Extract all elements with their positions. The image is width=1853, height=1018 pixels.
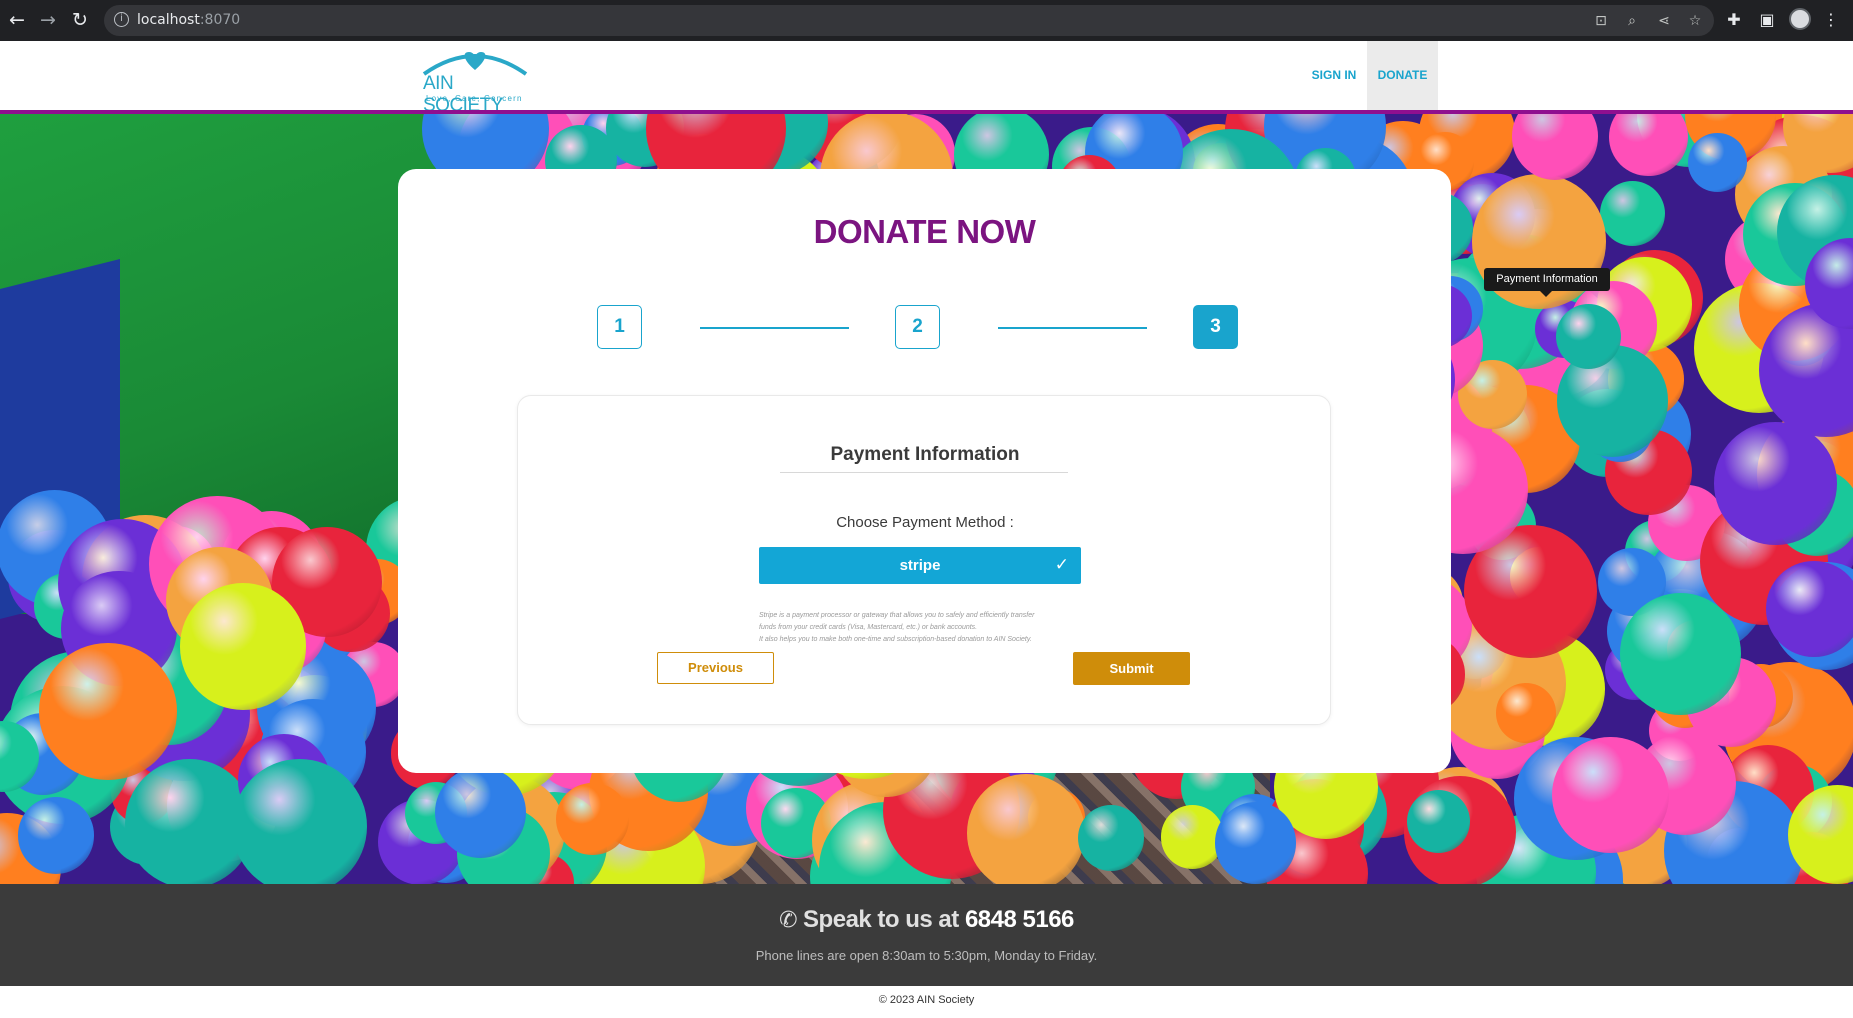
ball (1766, 561, 1853, 657)
zoom-icon[interactable]: ⌕ (1622, 11, 1642, 31)
step-1[interactable]: 1 (597, 305, 642, 349)
stripe-payment-option[interactable]: stripe ✓ (759, 547, 1081, 584)
reload-icon[interactable]: ↻ (69, 8, 91, 32)
section-divider (780, 472, 1068, 473)
nav-donate[interactable]: DONATE (1367, 41, 1438, 110)
submit-button[interactable]: Submit (1073, 652, 1190, 685)
contact-heading: ✆ Speak to us at 6848 5166 (779, 906, 1074, 933)
ball (966, 773, 1085, 884)
ball (1608, 114, 1688, 177)
ball (1599, 180, 1665, 247)
step-connector (700, 327, 849, 329)
phone-hours: Phone lines are open 8:30am to 5:30pm, M… (755, 948, 1098, 963)
menu-kebab-icon[interactable]: ⋮ (1820, 8, 1842, 32)
browser-toolbar: ← → ↻ i localhost:8070 ⊡ ⌕ ⋖ ☆ ✚ ▣ ⋮ (0, 0, 1853, 41)
stripe-option-label: stripe (899, 557, 941, 574)
ball (1511, 114, 1599, 180)
payment-panel: Payment Information Choose Payment Metho… (517, 395, 1331, 725)
phone-icon: ✆ (779, 908, 798, 933)
profile-avatar[interactable] (1789, 8, 1811, 30)
ball (1214, 802, 1297, 884)
extensions-icon[interactable]: ✚ (1723, 8, 1745, 32)
page-title: DONATE NOW (813, 213, 1036, 250)
step-3[interactable]: 3 (1193, 305, 1238, 349)
ain-society-logo[interactable]: AIN SOCIETY Love, Care, Concern (418, 48, 532, 116)
tooltip-arrow (1540, 291, 1552, 297)
forward-icon[interactable]: → (37, 8, 59, 32)
step-2[interactable]: 2 (895, 305, 940, 349)
section-title: Payment Information (830, 444, 1020, 465)
translate-icon[interactable]: ⊡ (1591, 11, 1611, 31)
stripe-description: Stripe is a payment processor or gateway… (759, 612, 1035, 643)
ball (232, 759, 368, 884)
step-connector (998, 327, 1147, 329)
ball (179, 583, 307, 710)
side-panel-icon[interactable]: ▣ (1756, 8, 1778, 32)
address-bar[interactable]: i localhost:8070 ⊡ ⌕ ⋖ ☆ (104, 5, 1714, 36)
ball (1713, 422, 1837, 545)
nav-sign-in[interactable]: SIGN IN (1300, 41, 1368, 110)
previous-button[interactable]: Previous (657, 652, 774, 684)
ball (434, 767, 526, 858)
phone-number[interactable]: 6848 5166 (965, 906, 1074, 933)
ball (1555, 304, 1621, 370)
logo-tagline: Love, Care, Concern (426, 94, 523, 103)
back-icon[interactable]: ← (6, 8, 28, 32)
step-tooltip: Payment Information (1484, 268, 1610, 291)
donate-card: DONATE NOW 1 2 3 Payment Information Cho… (398, 169, 1451, 773)
ball (1688, 133, 1747, 192)
address-url[interactable]: localhost:8070 (137, 12, 240, 28)
check-icon: ✓ (1054, 555, 1069, 575)
ball (1552, 736, 1669, 853)
ball (1496, 683, 1556, 743)
ball (38, 642, 177, 781)
ball (1619, 593, 1742, 716)
ball (556, 783, 629, 856)
share-icon[interactable]: ⋖ (1654, 11, 1674, 31)
footer: ✆ Speak to us at 6848 5166 Phone lines ar… (0, 884, 1853, 986)
copyright: © 2023 AIN Society (878, 994, 975, 1006)
bookmark-star-icon[interactable]: ☆ (1685, 11, 1705, 31)
site-info-icon[interactable]: i (114, 12, 129, 27)
choose-payment-label: Choose Payment Method : (836, 514, 1014, 531)
site-header (0, 41, 1853, 112)
ball (17, 796, 95, 874)
